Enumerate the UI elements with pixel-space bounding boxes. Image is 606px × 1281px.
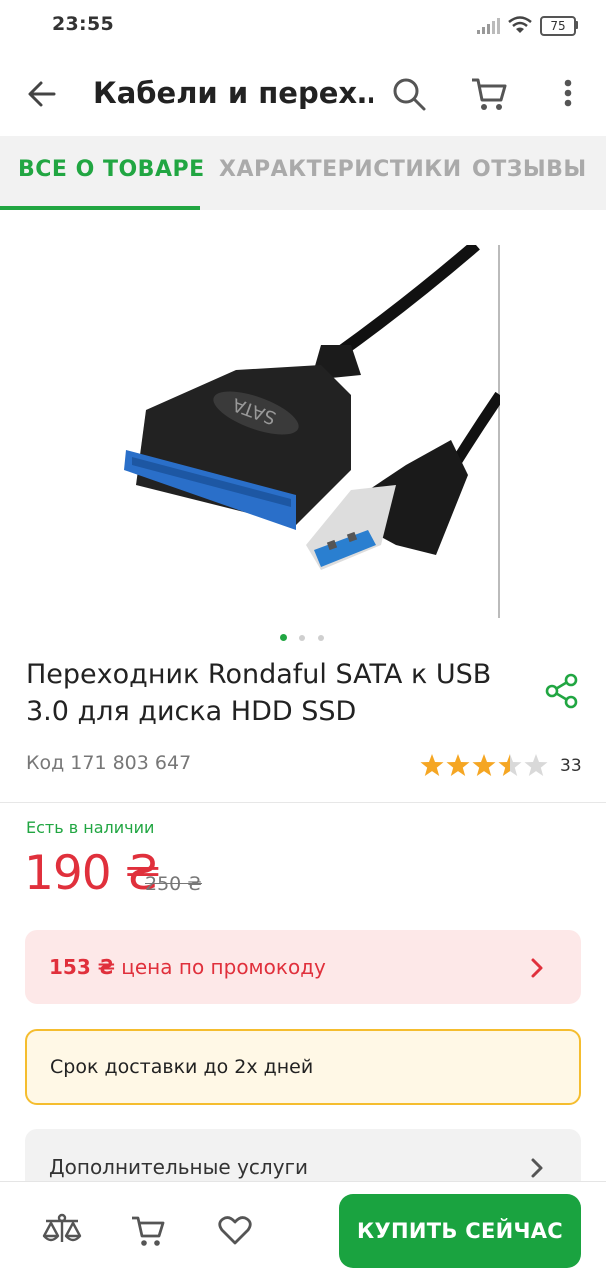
review-count[interactable]: 33 [560, 756, 582, 776]
signal-icon [477, 18, 500, 34]
back-arrow-icon[interactable] [26, 78, 58, 110]
old-price: 250 ₴ [145, 873, 203, 895]
wifi-icon [508, 16, 532, 33]
promo-label: цена по промокоду [114, 955, 326, 979]
cart-icon[interactable] [470, 76, 508, 112]
battery-icon: 75 [540, 16, 576, 36]
divider [0, 802, 606, 803]
star-icon [420, 754, 444, 776]
product-image[interactable]: SATA [106, 240, 505, 618]
more-options-icon[interactable] [561, 78, 575, 110]
promo-code-banner[interactable]: 153 ₴ цена по промокоду [25, 930, 581, 1004]
share-icon[interactable] [545, 673, 579, 709]
product-title: Переходник Rondaful SATA к USB 3.0 для д… [26, 659, 492, 727]
tab-characteristics[interactable]: ХАРАКТЕРИСТИКИ [219, 157, 462, 182]
app-bar: Кабели и перех… [0, 52, 606, 136]
heart-icon[interactable] [218, 1216, 252, 1246]
additional-services-label: Дополнительные услуги [49, 1155, 309, 1179]
bottom-action-bar: КУПИТЬ СЕЙЧАС [0, 1181, 606, 1281]
star-empty-icon [524, 754, 548, 776]
search-icon[interactable] [391, 76, 427, 112]
chevron-right-icon [531, 1158, 543, 1178]
current-price: 190 ₴ [24, 846, 161, 901]
buy-now-button[interactable]: КУПИТЬ СЕЙЧАС [339, 1194, 581, 1268]
battery-level: 75 [550, 19, 566, 33]
rating-stars[interactable] [420, 753, 550, 779]
battery-tip [575, 21, 578, 29]
carousel-dot[interactable] [299, 635, 305, 641]
compare-scales-icon[interactable] [42, 1212, 82, 1250]
promo-text: 153 ₴ цена по промокоду [49, 955, 326, 979]
delivery-text: Срок доставки до 2х дней [50, 1056, 314, 1078]
tab-bar: ВСЕ О ТОВАРЕ ХАРАКТЕРИСТИКИ ОТЗЫВЫ [0, 136, 606, 210]
product-code: Код 171 803 647 [26, 752, 192, 774]
clock: 23:55 [52, 13, 114, 35]
star-half-icon [498, 754, 522, 776]
carousel-dot[interactable] [318, 635, 324, 641]
availability-status: Есть в наличии [26, 818, 155, 837]
active-tab-indicator [0, 206, 200, 210]
tab-all-about-product[interactable]: ВСЕ О ТОВАРЕ [18, 157, 205, 182]
star-icon [472, 754, 496, 776]
cart-icon[interactable] [130, 1214, 166, 1248]
star-icon [446, 754, 470, 776]
carousel-indicator [280, 634, 330, 644]
status-bar: 23:55 75 [0, 0, 606, 52]
tab-reviews[interactable]: ОТЗЫВЫ [472, 157, 587, 182]
page-title: Кабели и перех… [93, 76, 373, 110]
chevron-right-icon [531, 958, 543, 978]
delivery-info: Срок доставки до 2х дней [25, 1029, 581, 1105]
sata-usb-adapter-illustration: SATA [124, 240, 505, 618]
carousel-dot-active[interactable] [280, 634, 287, 641]
promo-price: 153 ₴ [49, 955, 115, 979]
